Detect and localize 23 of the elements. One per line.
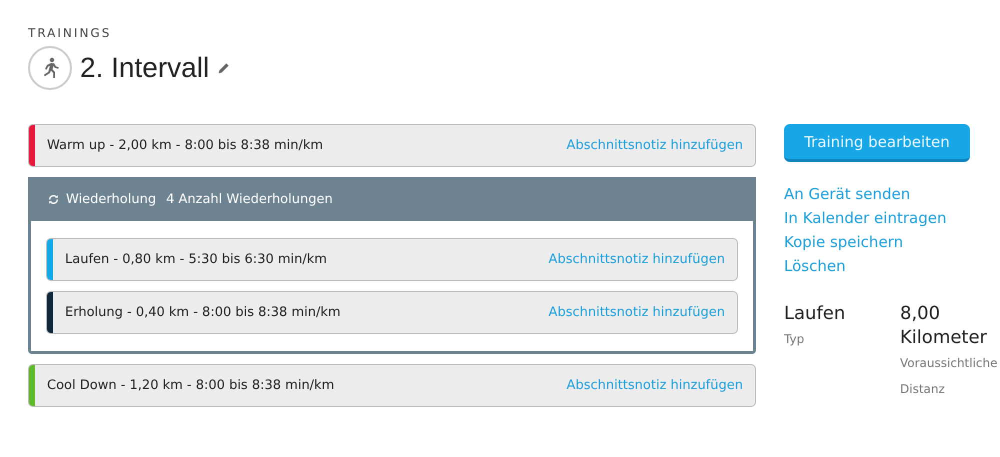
step-description: Erholung - 0,40 km - 8:00 bis 8:38 min/km xyxy=(65,305,342,320)
add-note-link[interactable]: Abschnittsnotiz hinzufügen xyxy=(548,252,725,267)
stat-label: Typ xyxy=(784,331,806,348)
add-note-link[interactable]: Abschnittsnotiz hinzufügen xyxy=(548,305,725,320)
step-description: Laufen - 0,80 km - 5:30 bis 6:30 min/km xyxy=(65,252,328,267)
edit-training-button[interactable]: Training bearbeiten xyxy=(784,124,970,162)
repeat-label: Wiederholung xyxy=(66,192,156,206)
section-label: TRAININGS xyxy=(28,26,112,40)
repeat-icon xyxy=(47,192,60,206)
step-description: Warm up - 2,00 km - 8:00 bis 8:38 min/km xyxy=(47,138,324,153)
repeat-count: 4 Anzahl Wiederholungen xyxy=(166,192,333,206)
step-description: Cool Down - 1,20 km - 8:00 bis 8:38 min/km xyxy=(47,378,336,393)
workout-title: 2. Intervall xyxy=(80,52,210,84)
action-link[interactable]: In Kalender eintragen xyxy=(784,206,974,230)
action-link[interactable]: Kopie speichern xyxy=(784,230,974,254)
stat-value: Laufen xyxy=(784,302,846,326)
stat-value: 8,00 Kilometer xyxy=(900,302,988,350)
add-note-link[interactable]: Abschnittsnotiz hinzufügen xyxy=(566,378,743,393)
pencil-icon xyxy=(217,61,232,75)
stat-label: Voraussichtliche Distanz xyxy=(900,355,999,398)
action-link[interactable]: An Gerät senden xyxy=(784,182,974,206)
action-link[interactable]: Löschen xyxy=(784,254,974,278)
add-note-link[interactable]: Abschnittsnotiz hinzufügen xyxy=(566,138,743,153)
